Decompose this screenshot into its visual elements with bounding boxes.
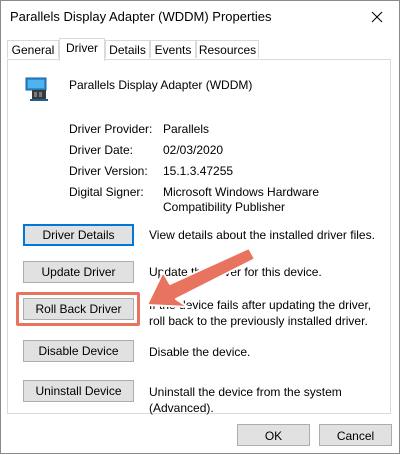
version-label: Driver Version: [69, 164, 148, 178]
date-label: Driver Date: [69, 143, 134, 157]
window-title: Parallels Display Adapter (WDDM) Propert… [10, 9, 272, 24]
driver-details-button[interactable]: Driver Details [23, 224, 134, 246]
title-bar[interactable]: Parallels Display Adapter (WDDM) Propert… [1, 1, 399, 33]
tab-details[interactable]: Details [105, 40, 150, 58]
tab-general[interactable]: General [7, 40, 59, 58]
date-value: 02/03/2020 [163, 143, 224, 157]
tab-strip: General Driver Details Events Resources [7, 38, 393, 61]
properties-dialog: Parallels Display Adapter (WDDM) Propert… [0, 0, 400, 454]
tab-resources[interactable]: Resources [196, 40, 259, 58]
update-driver-description: Update the driver for this device. [149, 265, 322, 279]
uninstall-device-button[interactable]: Uninstall Device [23, 380, 134, 402]
uninstall-device-description: Uninstall the device from the system (Ad… [149, 385, 342, 415]
disable-device-button[interactable]: Disable Device [23, 340, 134, 362]
cancel-button[interactable]: Cancel [319, 424, 392, 446]
tab-events[interactable]: Events [150, 40, 196, 58]
version-value: 15.1.3.47255 [163, 164, 234, 178]
display-adapter-icon [24, 76, 50, 102]
signer-value: Microsoft Windows Hardware Compatibility… [163, 185, 320, 214]
tab-driver[interactable]: Driver [59, 38, 105, 61]
close-button[interactable] [355, 1, 399, 33]
provider-value: Parallels [163, 122, 210, 136]
device-name: Parallels Display Adapter (WDDM) [69, 78, 253, 92]
roll-back-driver-button[interactable]: Roll Back Driver [23, 298, 134, 320]
roll-back-driver-description: If the device fails after updating the d… [149, 298, 372, 328]
provider-label: Driver Provider: [69, 122, 153, 136]
update-driver-button[interactable]: Update Driver [23, 261, 134, 283]
close-icon [371, 11, 383, 23]
ok-button[interactable]: OK [237, 424, 310, 446]
signer-label: Digital Signer: [69, 185, 144, 199]
driver-details-description: View details about the installed driver … [149, 228, 375, 242]
disable-device-description: Disable the device. [149, 345, 251, 359]
